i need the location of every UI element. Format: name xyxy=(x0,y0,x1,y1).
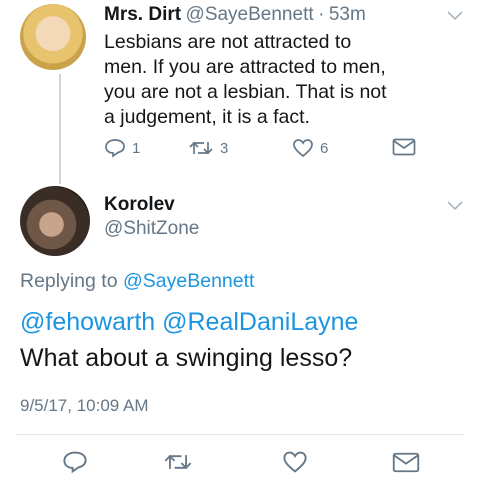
author-name[interactable]: Korolev xyxy=(104,194,175,216)
tweet-text-line: you are not a lesbian. That is not xyxy=(104,81,387,103)
chevron-down-icon[interactable] xyxy=(446,10,464,22)
parent-tweet-header: Mrs. Dirt @SayeBennett · 53m xyxy=(104,4,366,26)
author-handle[interactable]: @SayeBennett xyxy=(186,4,314,25)
tweet-time[interactable]: 53m xyxy=(329,4,366,25)
replying-to-line: Replying to @SayeBennett xyxy=(20,270,254,293)
time-separator: · xyxy=(318,4,325,25)
envelope-icon xyxy=(392,138,416,156)
parent-tweet-actions: 1 3 6 xyxy=(104,138,424,162)
like-button[interactable]: 6 xyxy=(292,138,328,158)
like-count: 6 xyxy=(320,139,329,157)
divider xyxy=(16,434,464,435)
direct-message-button[interactable] xyxy=(392,138,416,156)
author-handle[interactable]: @ShitZone xyxy=(104,218,199,240)
reply-tweet-text: What about a swinging lesso? xyxy=(20,344,353,372)
tweet-text-line: men. If you are attracted to men, xyxy=(104,56,386,78)
author-name[interactable]: Mrs. Dirt xyxy=(104,4,181,25)
replying-to-label: Replying to xyxy=(20,270,118,292)
tweet-timestamp[interactable]: 9/5/17, 10:09 AM xyxy=(20,396,149,416)
retweet-button[interactable]: 3 xyxy=(188,138,228,158)
reply-count: 1 xyxy=(132,139,141,157)
retweet-icon xyxy=(189,141,213,155)
replying-to-handle-link[interactable]: @SayeBennett xyxy=(123,270,254,292)
avatar-korolev[interactable] xyxy=(20,186,90,256)
reply-tweet-actions xyxy=(0,448,480,478)
avatar-mrs-dirt[interactable] xyxy=(20,4,86,70)
mentions-link[interactable]: @fehowarth @RealDaniLayne xyxy=(20,308,358,337)
heart-icon xyxy=(293,139,313,158)
tweet-text-line: a judgement, it is a fact. xyxy=(104,106,310,128)
tweet-text-line: Lesbians are not attracted to xyxy=(104,31,352,53)
parent-tweet-text: Lesbians are not attracted to men. If yo… xyxy=(104,30,474,130)
reply-icon[interactable] xyxy=(62,450,88,474)
reply-icon xyxy=(105,139,125,158)
heart-icon[interactable] xyxy=(282,450,308,474)
retweet-count: 3 xyxy=(220,139,229,157)
envelope-icon[interactable] xyxy=(392,452,420,473)
reply-button[interactable]: 1 xyxy=(104,138,140,158)
thread-connector-line xyxy=(59,74,61,184)
chevron-down-icon[interactable] xyxy=(446,200,464,212)
retweet-icon[interactable] xyxy=(163,450,193,474)
